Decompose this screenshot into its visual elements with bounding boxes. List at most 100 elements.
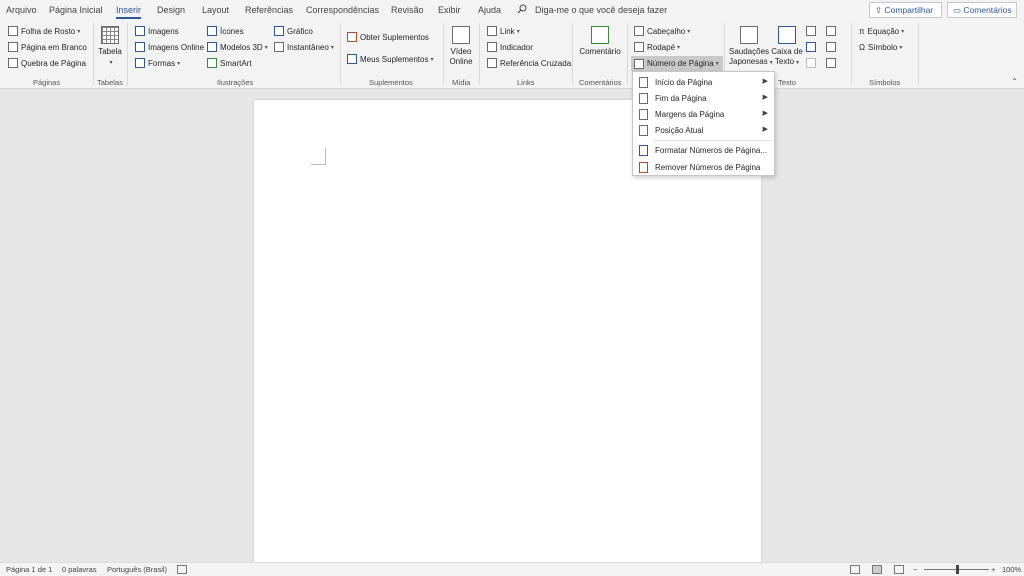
equation-button[interactable]: π Equação ▾ (859, 25, 904, 37)
quick-parts-icon[interactable] (806, 26, 816, 36)
tab-exibir[interactable]: Exibir (438, 5, 461, 15)
chart-button[interactable]: Gráfico (274, 25, 313, 37)
menu-item-label: Formatar Números de Página... (655, 145, 768, 155)
page-number-button[interactable]: Número de Página ▾ (631, 56, 723, 71)
tab-arquivo[interactable]: Arquivo (6, 5, 37, 15)
remove-numbers-icon (639, 161, 648, 173)
link-button[interactable]: Link ▾ (487, 25, 520, 37)
table-button[interactable]: Tabela ▾ (97, 26, 123, 68)
read-mode-icon[interactable] (850, 565, 860, 574)
zoom-in-icon[interactable]: + (991, 565, 995, 574)
chart-icon (274, 26, 284, 36)
menu-item-label: Fim da Página (655, 93, 707, 103)
collapse-ribbon-icon[interactable]: ⌃ (1011, 77, 1018, 86)
online-image-icon (135, 42, 145, 52)
link-label: Link (500, 26, 515, 36)
store-icon (347, 32, 357, 42)
online-images-label: Imagens Online (148, 42, 205, 52)
bookmark-button[interactable]: Indicador (487, 41, 533, 53)
group-divider (340, 23, 341, 85)
screenshot-button[interactable]: Instantâneo ▾ (274, 41, 334, 53)
menu-item-top-of-page[interactable]: Início da Página ▶ (633, 74, 774, 90)
symbol-button[interactable]: Ω Símbolo ▾ (859, 41, 902, 53)
page-break-icon (8, 58, 18, 68)
blank-page-button[interactable]: Página em Branco (8, 41, 87, 53)
group-divider (443, 23, 444, 85)
bookmark-label: Indicador (500, 42, 533, 52)
group-divider (851, 23, 852, 85)
3d-models-button[interactable]: Modelos 3D ▾ (207, 41, 268, 53)
cross-reference-icon (487, 58, 497, 68)
header-button[interactable]: Cabeçalho ▾ (634, 25, 690, 37)
chevron-down-icon: ▾ (264, 44, 268, 51)
share-button[interactable]: ⇪ Compartilhar (869, 2, 942, 18)
print-layout-icon[interactable] (872, 565, 882, 574)
images-button[interactable]: Imagens (135, 25, 179, 37)
menu-item-page-margins[interactable]: Margens da Página ▶ (633, 106, 774, 122)
new-comment-button[interactable]: Comentário (577, 26, 623, 57)
tab-layout[interactable]: Layout (202, 5, 229, 15)
online-video-button[interactable]: Vídeo Online (447, 26, 475, 67)
footer-button[interactable]: Rodapé ▾ (634, 41, 680, 53)
smartart-button[interactable]: SmartArt (207, 57, 252, 69)
3d-models-label: Modelos 3D (220, 42, 263, 52)
tab-referencias[interactable]: Referências (245, 5, 293, 15)
table-icon (101, 26, 119, 44)
menu-item-format-page-numbers[interactable]: Formatar Números de Página... (633, 142, 774, 158)
object-icon[interactable] (826, 58, 836, 68)
chevron-down-icon: ▾ (687, 28, 691, 35)
macro-recording-icon[interactable] (177, 565, 187, 574)
group-label-texto: Texto (778, 78, 796, 87)
tab-revisao[interactable]: Revisão (391, 5, 424, 15)
group-divider (93, 23, 94, 85)
icons-button[interactable]: Ícones (207, 25, 244, 37)
text-box-label-2: Texto (774, 57, 795, 66)
tab-ajuda[interactable]: Ajuda (478, 5, 501, 15)
wordart-icon[interactable] (806, 42, 816, 52)
tab-design[interactable]: Design (157, 5, 185, 15)
japanese-greetings-button[interactable]: Saudações Japonesas ▾ (729, 26, 773, 68)
drop-cap-icon[interactable] (806, 58, 816, 68)
signature-line-icon[interactable] (826, 26, 836, 36)
zoom-out-icon[interactable]: − (913, 565, 917, 574)
get-addins-label: Obter Suplementos (360, 32, 429, 42)
chevron-down-icon: ▾ (899, 44, 903, 51)
group-divider (627, 23, 628, 85)
menu-item-current-position[interactable]: Posição Atual ▶ (633, 122, 774, 138)
zoom-level[interactable]: 100% (1002, 565, 1021, 574)
menu-item-remove-page-numbers[interactable]: Remover Números de Página (633, 159, 774, 175)
cover-page-icon (8, 26, 18, 36)
text-box-button[interactable]: Caixa de Texto ▾ (771, 26, 803, 68)
menu-item-bottom-of-page[interactable]: Fim da Página ▶ (633, 90, 774, 106)
online-images-button[interactable]: Imagens Online (135, 41, 204, 53)
omega-icon: Ω (859, 42, 865, 52)
tab-pagina-inicial[interactable]: Página Inicial (49, 5, 103, 15)
tab-inserir[interactable]: Inserir (116, 5, 142, 19)
page-count[interactable]: Página 1 de 1 (6, 565, 52, 574)
language-indicator[interactable]: Português (Brasil) (107, 565, 167, 574)
search-icon[interactable] (517, 4, 527, 14)
group-label-tabelas: Tabelas (97, 78, 123, 87)
get-addins-button[interactable]: Obter Suplementos (347, 31, 429, 43)
web-layout-icon[interactable] (894, 565, 904, 574)
date-time-icon[interactable] (826, 42, 836, 52)
word-count[interactable]: 0 palavras (62, 565, 97, 574)
group-label-paginas: Páginas (33, 78, 61, 87)
page-break-button[interactable]: Quebra de Página (8, 57, 86, 69)
pi-icon: π (859, 26, 865, 36)
chart-label: Gráfico (287, 26, 313, 36)
cover-page-button[interactable]: Folha de Rosto ▾ (8, 25, 80, 37)
chevron-down-icon: ▾ (715, 61, 719, 67)
zoom-slider-handle[interactable] (956, 565, 959, 574)
shapes-button[interactable]: Formas ▾ (135, 57, 180, 69)
my-addins-icon (347, 54, 357, 64)
chevron-down-icon: ▾ (796, 60, 800, 66)
comments-button[interactable]: ▭ Comentários (947, 2, 1017, 18)
group-label-ilustracoes: Ilustrações (217, 78, 254, 87)
page-number-icon (634, 58, 644, 69)
tab-correspondencias[interactable]: Correspondências (306, 5, 379, 15)
chevron-down-icon: ▾ (516, 28, 520, 35)
my-addins-button[interactable]: Meus Suplementos ▾ (347, 53, 434, 65)
cross-reference-button[interactable]: Referência Cruzada (487, 57, 571, 69)
tell-me-search[interactable]: Diga-me o que você deseja fazer (535, 5, 667, 15)
